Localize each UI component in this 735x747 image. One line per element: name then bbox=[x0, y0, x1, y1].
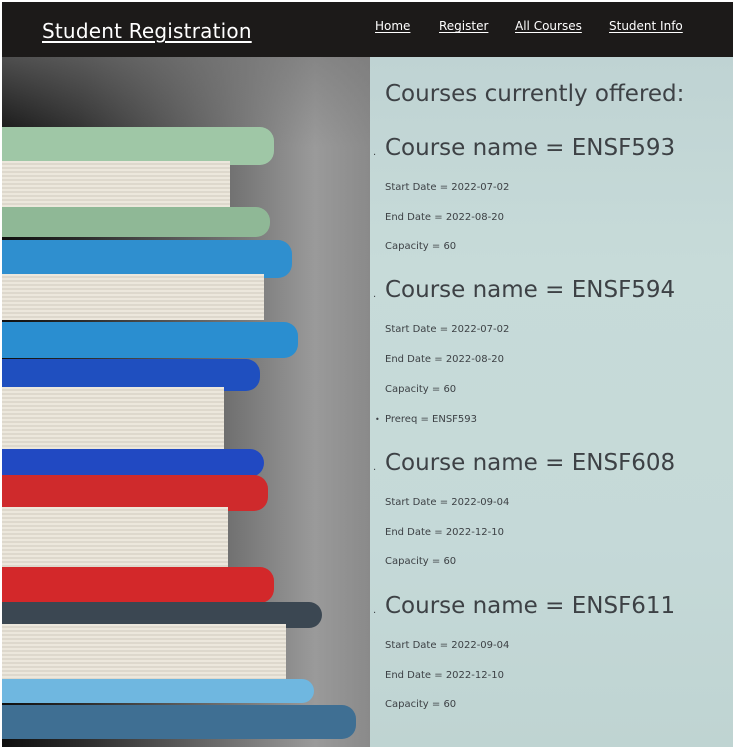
course-end-date: End Date = 2022-08-20 bbox=[385, 212, 504, 223]
course-capacity: Capacity = 60 bbox=[385, 241, 457, 252]
list-bullet: . bbox=[373, 462, 377, 473]
course-start-date: Start Date = 2022-07-02 bbox=[385, 324, 510, 335]
course-name: Course name = ENSF593 bbox=[385, 135, 676, 161]
books-image bbox=[2, 57, 370, 747]
page-heading: Courses currently offered: bbox=[385, 81, 685, 107]
course-capacity: Capacity = 60 bbox=[385, 556, 457, 567]
nav-link-home[interactable]: Home bbox=[375, 19, 410, 33]
course-end-date: End Date = 2022-12-10 bbox=[385, 670, 504, 681]
courses-panel: Courses currently offered: . Course name… bbox=[370, 57, 733, 747]
course-end-date: End Date = 2022-08-20 bbox=[385, 354, 504, 365]
top-navbar: Student Registration Home Register All C… bbox=[2, 2, 733, 57]
course-start-date: Start Date = 2022-09-04 bbox=[385, 640, 510, 651]
nav-link-all-courses[interactable]: All Courses bbox=[515, 19, 582, 33]
brand-link[interactable]: Student Registration bbox=[42, 19, 252, 43]
course-name: Course name = ENSF608 bbox=[385, 450, 676, 476]
course-name: Course name = ENSF611 bbox=[385, 593, 676, 619]
course-prereq: Prereq = ENSF593 bbox=[385, 414, 478, 425]
list-bullet: . bbox=[373, 289, 377, 300]
nav-link-student-info[interactable]: Student Info bbox=[609, 19, 683, 33]
list-bullet: . bbox=[373, 147, 377, 158]
course-capacity: Capacity = 60 bbox=[385, 384, 457, 395]
course-name: Course name = ENSF594 bbox=[385, 277, 676, 303]
list-bullet: . bbox=[373, 605, 377, 616]
nav-link-register[interactable]: Register bbox=[439, 19, 488, 33]
prereq-bullet: • bbox=[375, 415, 380, 424]
course-start-date: Start Date = 2022-07-02 bbox=[385, 182, 510, 193]
course-start-date: Start Date = 2022-09-04 bbox=[385, 497, 510, 508]
course-end-date: End Date = 2022-12-10 bbox=[385, 527, 504, 538]
course-capacity: Capacity = 60 bbox=[385, 699, 457, 710]
